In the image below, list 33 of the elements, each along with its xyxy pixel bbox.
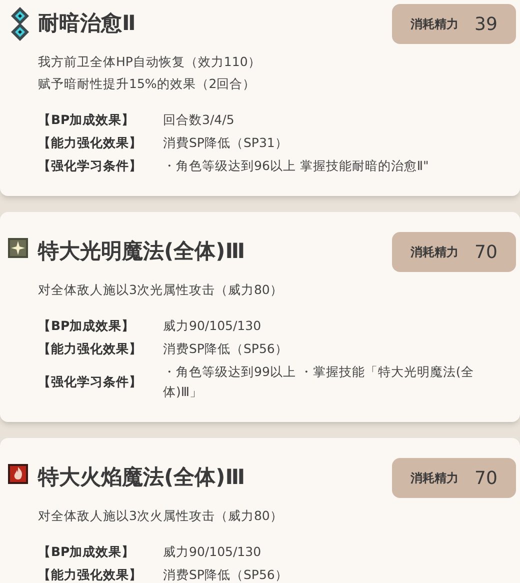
detail-value: 威力90/105/130 [163, 543, 262, 561]
skill-title: 耐暗治愈Ⅱ [38, 10, 137, 37]
cost-label: 消耗精力 [410, 16, 459, 33]
diamond-icon [10, 22, 30, 42]
detail-value: 消费SP降低（SP56） [163, 340, 289, 358]
cost-value: 70 [474, 240, 498, 264]
skill-title: 特大光明魔法(全体)Ⅲ [38, 238, 246, 265]
skill-title: 特大火焰魔法(全体)Ⅲ [38, 464, 246, 491]
detail-value: 回合数3/4/5 [163, 111, 236, 129]
detail-label: 【能力强化效果】 [38, 566, 143, 583]
detail-label: 【BP加成效果】 [38, 316, 136, 335]
detail-value: ・角色等级达到99以上 ・掌握技能「特大光明魔法(全体)Ⅲ」 [163, 363, 475, 401]
detail-value: 消費SP降低（SP31） [163, 134, 289, 152]
detail-value: ・角色等级达到96以上 掌握技能耐暗的治愈Ⅱ" [163, 157, 430, 175]
star-icon [8, 238, 28, 258]
flame-icon [8, 464, 28, 484]
detail-label: 【强化学习条件】 [38, 372, 143, 391]
skill-description: 赋予暗耐性提升15%的效果（2回合） [38, 75, 257, 93]
detail-label: 【BP加成效果】 [38, 110, 136, 129]
cost-value: 39 [474, 12, 498, 36]
detail-label: 【能力强化效果】 [38, 134, 143, 152]
skill-description: 对全体敌人施以3次光属性攻击（威力80） [38, 281, 284, 299]
detail-value: 消费SP降低（SP56） [163, 566, 289, 583]
detail-value: 威力90/105/130 [163, 317, 262, 335]
cost-value: 70 [474, 466, 498, 490]
diamond-icon [10, 6, 30, 26]
detail-label: 【能力强化效果】 [38, 340, 143, 358]
cost-label: 消耗精力 [410, 244, 459, 261]
skill-description: 对全体敌人施以3次火属性攻击（威力80） [38, 507, 284, 525]
skill-description: 我方前卫全体HP自动恢复（效力110） [38, 53, 262, 71]
cost-label: 消耗精力 [410, 470, 459, 487]
detail-label: 【强化学习条件】 [38, 156, 143, 175]
detail-label: 【BP加成效果】 [38, 542, 136, 561]
